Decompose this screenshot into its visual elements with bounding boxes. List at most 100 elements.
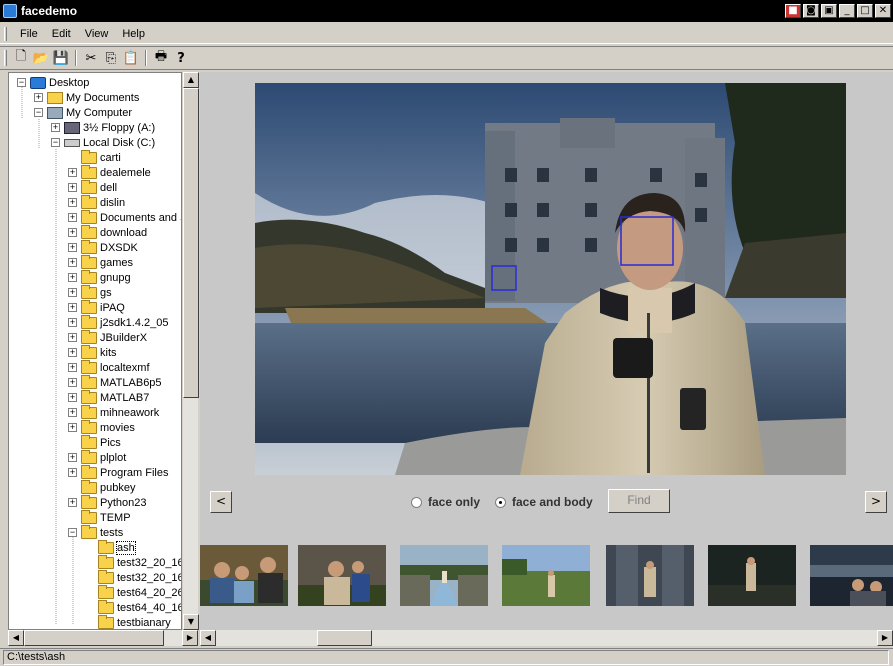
thumb-family-1[interactable]: [200, 545, 288, 606]
tree-horizontal-scrollbar[interactable]: ◀ ▶: [8, 630, 198, 646]
expand-icon[interactable]: +: [68, 303, 77, 312]
scroll-left-icon[interactable]: ◀: [200, 630, 216, 646]
tree-item[interactable]: − Desktop: [17, 75, 89, 90]
cut-icon[interactable]: ✂: [81, 48, 101, 68]
expand-icon[interactable]: +: [68, 228, 77, 237]
new-icon[interactable]: 🗋: [11, 48, 31, 68]
tree-item[interactable]: test64_20_26: [85, 584, 181, 600]
print-icon[interactable]: 🖶: [151, 48, 171, 68]
tree-item[interactable]: carti: [68, 149, 121, 165]
tree-item[interactable]: test64_40_16: [85, 599, 181, 615]
expand-icon[interactable]: +: [68, 168, 77, 177]
tree-item[interactable]: + MATLAB7: [68, 389, 149, 405]
radio-face-only-icon[interactable]: [411, 496, 422, 508]
expand-icon[interactable]: +: [68, 333, 77, 342]
find-button[interactable]: Find: [608, 489, 670, 513]
tree-item[interactable]: test32_20_16: [85, 554, 181, 570]
expand-icon[interactable]: +: [68, 318, 77, 327]
expand-icon[interactable]: +: [68, 423, 77, 432]
tree-item[interactable]: ash: [85, 539, 136, 555]
tree-hscroll-thumb[interactable]: [24, 630, 164, 646]
tree-item[interactable]: + mihneawork: [68, 404, 159, 420]
expand-icon[interactable]: +: [51, 123, 60, 132]
collapse-icon[interactable]: −: [17, 78, 26, 87]
paste-icon[interactable]: 📋: [121, 48, 141, 68]
extra-icon-3[interactable]: ▣: [821, 4, 837, 18]
option-face-only[interactable]: face only: [411, 495, 480, 509]
tree-item[interactable]: − My Computer: [34, 105, 132, 120]
tree-item[interactable]: + Documents and Se: [68, 209, 181, 225]
main-horizontal-scrollbar[interactable]: ◀ ▶: [200, 630, 893, 646]
thumb-family-2[interactable]: [298, 545, 386, 606]
tree-item[interactable]: − tests: [68, 524, 123, 540]
tree-item[interactable]: TEMP: [68, 509, 131, 525]
open-icon[interactable]: 📂: [31, 48, 51, 68]
expand-icon[interactable]: +: [68, 468, 77, 477]
expand-icon[interactable]: +: [68, 258, 77, 267]
scroll-right-icon[interactable]: ▶: [182, 630, 198, 646]
tree-item[interactable]: + DXSDK: [68, 239, 138, 255]
help-icon[interactable]: ?: [171, 48, 191, 68]
expand-icon[interactable]: +: [68, 183, 77, 192]
save-icon[interactable]: 💾: [51, 48, 71, 68]
thumb-bridge[interactable]: [400, 545, 488, 606]
maximize-icon[interactable]: □: [857, 4, 873, 18]
folder-tree[interactable]: − Desktop + My Documents − My Computer +3½ Flo…: [8, 72, 182, 630]
expand-icon[interactable]: +: [68, 243, 77, 252]
tree-item[interactable]: Pics: [68, 434, 121, 450]
scroll-up-icon[interactable]: ▲: [183, 72, 199, 88]
close-icon[interactable]: ✕: [875, 4, 891, 18]
collapse-icon[interactable]: −: [34, 108, 43, 117]
main-hscroll-thumb[interactable]: [317, 630, 372, 646]
option-face-and-body[interactable]: face and body: [495, 495, 593, 509]
menu-file[interactable]: File: [13, 26, 45, 42]
tree-item[interactable]: pubkey: [68, 479, 135, 495]
tree-item[interactable]: +3½ Floppy (A:): [51, 120, 155, 135]
tree-scroll-thumb[interactable]: [183, 88, 199, 398]
expand-icon[interactable]: +: [68, 273, 77, 282]
extra-icon-2[interactable]: ◙: [803, 4, 819, 18]
tree-item[interactable]: + j2sdk1.4.2_05: [68, 314, 169, 330]
next-image-button[interactable]: >: [865, 491, 887, 513]
minimize-icon[interactable]: _: [839, 4, 855, 18]
collapse-icon[interactable]: −: [68, 528, 77, 537]
menu-help[interactable]: Help: [115, 26, 152, 42]
tree-item[interactable]: + dealemele: [68, 164, 151, 180]
tree-item[interactable]: + dislin: [68, 194, 125, 210]
menu-edit[interactable]: Edit: [45, 26, 78, 42]
tree-item[interactable]: + games: [68, 254, 133, 270]
expand-icon[interactable]: +: [68, 198, 77, 207]
thumb-castle[interactable]: [606, 545, 694, 606]
tree-item[interactable]: + iPAQ: [68, 299, 125, 315]
thumb-night[interactable]: [708, 545, 796, 606]
expand-icon[interactable]: +: [68, 453, 77, 462]
scroll-right-icon[interactable]: ▶: [877, 630, 893, 646]
expand-icon[interactable]: +: [68, 378, 77, 387]
menu-view[interactable]: View: [78, 26, 116, 42]
extra-icon[interactable]: ■: [785, 4, 801, 18]
tree-item[interactable]: + gs: [68, 284, 112, 300]
tree-item[interactable]: + My Documents: [34, 90, 139, 105]
tree-item[interactable]: + plplot: [68, 449, 126, 465]
tree-item[interactable]: + Program Files: [68, 464, 168, 480]
thumb-park[interactable]: [502, 545, 590, 606]
radio-face-and-body-icon[interactable]: [495, 496, 506, 508]
tree-item[interactable]: + MATLAB6p5: [68, 374, 162, 390]
expand-icon[interactable]: +: [68, 213, 77, 222]
scroll-left-icon[interactable]: ◀: [8, 630, 24, 646]
tree-item[interactable]: + download: [68, 224, 147, 240]
tree-item[interactable]: + Python23: [68, 494, 146, 510]
collapse-icon[interactable]: −: [51, 138, 60, 147]
tree-item[interactable]: + dell: [68, 179, 117, 195]
expand-icon[interactable]: +: [68, 288, 77, 297]
tree-item[interactable]: testbianary: [85, 614, 171, 629]
tree-item[interactable]: + kits: [68, 344, 117, 360]
thumb-lake[interactable]: [810, 545, 893, 606]
tree-vertical-scrollbar[interactable]: ▲ ▼: [182, 72, 199, 630]
expand-icon[interactable]: +: [68, 498, 77, 507]
prev-image-button[interactable]: <: [210, 491, 232, 513]
expand-icon[interactable]: +: [68, 363, 77, 372]
tree-item[interactable]: + movies: [68, 419, 135, 435]
expand-icon[interactable]: +: [68, 408, 77, 417]
copy-icon[interactable]: ⎘: [101, 48, 121, 68]
